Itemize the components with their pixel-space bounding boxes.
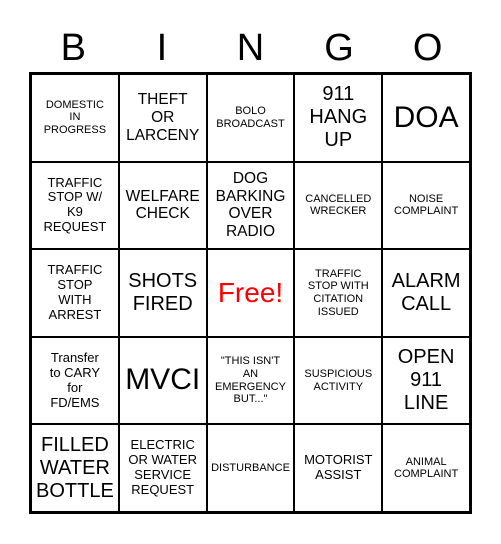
bingo-cell-r2-c2[interactable]: WELFARE CHECK	[118, 161, 207, 250]
bingo-cell-r1-c5[interactable]: DOA	[382, 74, 470, 162]
bingo-cell-r1-c3[interactable]: BOLO BROADCAST	[206, 74, 295, 162]
bingo-cell-r3-c5[interactable]: ALARM CALL	[382, 249, 470, 337]
bingo-cell-r5-c2[interactable]: ELECTRIC OR WATER SERVICE REQUEST	[118, 424, 207, 512]
bingo-grid: DOMESTIC IN PROGRESS THEFT OR LARCENY BOLO…	[29, 72, 472, 514]
bingo-cell-r4-c5[interactable]: OPEN 911 LINE	[382, 336, 470, 425]
header-letter-n: N	[236, 27, 265, 69]
bingo-cell-r4-c1[interactable]: Transfer to CARY for FD/EMS	[31, 336, 119, 425]
bingo-cell-r4-c4[interactable]: SUSPICIOUS ACTIVITY	[294, 336, 383, 425]
bingo-cell-r1-c1[interactable]: DOMESTIC IN PROGRESS	[31, 74, 119, 162]
header-letter-g: G	[324, 27, 354, 69]
bingo-cell-r2-c5[interactable]: NOISE COMPLAINT	[382, 161, 470, 250]
bingo-cell-r5-c1[interactable]: FILLED WATER BOTTLE	[31, 424, 119, 512]
bingo-cell-r2-c4[interactable]: CANCELLED WRECKER	[294, 161, 383, 250]
bingo-cell-r3-c4[interactable]: TRAFFIC STOP WITH CITATION ISSUED	[294, 249, 383, 337]
free-space-cell[interactable]: Free!	[206, 249, 295, 337]
bingo-cell-r5-c4[interactable]: MOTORIST ASSIST	[294, 424, 383, 512]
bingo-cell-r1-c2[interactable]: THEFT OR LARCENY	[118, 74, 207, 162]
bingo-cell-r2-c1[interactable]: TRAFFIC STOP W/ K9 REQUEST	[31, 161, 119, 250]
bingo-cell-r1-c4[interactable]: 911 HANG UP	[294, 74, 383, 162]
bingo-cell-r3-c2[interactable]: SHOTS FIRED	[118, 249, 207, 337]
bingo-header: B I N G O	[29, 24, 472, 72]
header-letter-b: B	[60, 27, 86, 69]
bingo-cell-r5-c5[interactable]: ANIMAL COMPLAINT	[382, 424, 470, 512]
bingo-cell-r5-c3[interactable]: DISTURBANCE	[206, 424, 295, 512]
header-letter-o: O	[412, 27, 443, 69]
header-letter-i: I	[156, 27, 168, 69]
bingo-cell-r2-c3[interactable]: DOG BARKING OVER RADIO	[206, 161, 295, 250]
bingo-cell-r4-c3[interactable]: "THIS ISN'T AN EMERGENCY BUT..."	[206, 336, 295, 425]
bingo-cell-r4-c2[interactable]: MVCI	[118, 336, 207, 425]
bingo-cell-r3-c1[interactable]: TRAFFIC STOP WITH ARREST	[31, 249, 119, 337]
